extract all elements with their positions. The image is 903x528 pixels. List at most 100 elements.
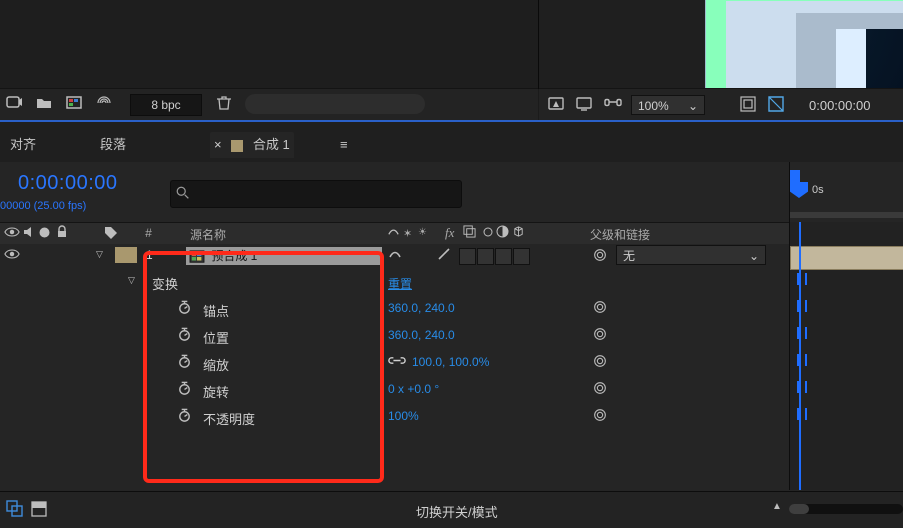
empty-row <box>0 457 903 492</box>
layer-color-label[interactable] <box>115 247 137 263</box>
twirl-down-icon[interactable]: ▽ <box>96 249 103 260</box>
motion-blur-header[interactable] <box>480 225 493 238</box>
transparency-grid-icon[interactable] <box>767 95 785 113</box>
fx-switch-header[interactable]: ✶ <box>403 227 412 240</box>
rotation-value[interactable]: 0 x +0.0 ° <box>388 382 439 396</box>
toggle-switches-icon-b[interactable] <box>30 500 48 518</box>
layer-quality-switch[interactable] <box>437 247 451 261</box>
panel-menu-icon[interactable]: ≡ <box>340 132 348 158</box>
parent-column-header[interactable]: 父级和链接 <box>590 226 650 243</box>
label-column-icon[interactable] <box>103 225 119 241</box>
anchor-point-value[interactable]: 360.0, 240.0 <box>388 301 455 315</box>
transform-group-row[interactable]: ▽ 变换 重置 <box>0 268 903 296</box>
zoom-dropdown[interactable]: 100% ⌄ <box>631 95 705 115</box>
current-time-indicator-head[interactable] <box>790 182 808 198</box>
opacity-row: 不透明度 100% <box>0 403 903 431</box>
frame-blend-header[interactable] <box>463 225 476 238</box>
transform-reset-link[interactable]: 重置 <box>388 275 412 292</box>
opacity-pickwhip-icon[interactable] <box>592 407 608 423</box>
stopwatch-icon[interactable] <box>177 300 192 315</box>
layer-switch-adj[interactable] <box>495 248 512 265</box>
tab-align[interactable]: 对齐 <box>10 132 36 158</box>
layer-row-1[interactable]: ▽ 1 预合成 1 无 ⌄ <box>0 244 903 269</box>
layer-switch-3d[interactable] <box>513 248 530 265</box>
source-name-column-header[interactable]: 源名称 <box>190 226 226 243</box>
opacity-value[interactable]: 100% <box>388 409 419 423</box>
twirl-down-icon[interactable]: ▽ <box>128 275 135 286</box>
tab-paragraph[interactable]: 段落 <box>100 132 126 158</box>
scale-value[interactable]: 100.0, 100.0% <box>412 355 489 369</box>
project-settings-icon[interactable] <box>95 94 113 116</box>
layer-name-cell[interactable]: 预合成 1 <box>186 247 382 265</box>
timeline-ruler[interactable]: 0s <box>789 162 903 222</box>
layer-shy-switch[interactable] <box>388 247 402 261</box>
kf-nav-opacity[interactable] <box>797 408 807 420</box>
kf-nav-scale[interactable] <box>797 354 807 366</box>
scale-row: 缩放 100.0, 100.0% <box>0 349 903 377</box>
layer-switch-mb[interactable] <box>477 248 494 265</box>
h-scroll-thumb[interactable] <box>789 504 809 514</box>
layer-visibility-toggle[interactable] <box>4 247 20 261</box>
work-area-start-handle[interactable] <box>790 170 800 184</box>
stopwatch-icon[interactable] <box>177 327 192 342</box>
layer-duration-bar[interactable] <box>790 246 903 270</box>
rotation-label: 旋转 <box>203 382 229 401</box>
new-folder-icon[interactable] <box>35 94 53 116</box>
h-scroll-track[interactable] <box>789 504 903 514</box>
opacity-label: 不透明度 <box>203 409 255 428</box>
region-of-interest-icon[interactable] <box>739 95 757 113</box>
eye-column-icon[interactable] <box>4 225 20 239</box>
current-time-display[interactable]: 0:00:00:00 <box>18 172 118 195</box>
close-tab-button[interactable]: × <box>214 137 222 152</box>
color-depth-button[interactable]: 8 bpc <box>130 94 202 116</box>
viewer-time-display[interactable]: 0:00:00:00 <box>809 98 870 113</box>
audio-column-icon[interactable] <box>22 225 36 239</box>
anchor-pickwhip-icon[interactable] <box>592 299 608 315</box>
timeline-bottom-bar: 切换开关/模式 ▲ <box>0 491 903 528</box>
kf-nav-position[interactable] <box>797 327 807 339</box>
kf-nav-anchor[interactable] <box>797 300 807 312</box>
trash-icon[interactable] <box>215 94 233 116</box>
ruler-tick-label: 0s <box>812 184 824 196</box>
position-label: 位置 <box>203 328 229 347</box>
layer-switch-fb[interactable] <box>459 248 476 265</box>
stopwatch-icon[interactable] <box>177 381 192 396</box>
zoom-out-icon[interactable]: ▲ <box>772 501 782 512</box>
snapshot-icon[interactable] <box>547 95 565 113</box>
tab-comp-active[interactable]: × 合成 1 <box>210 132 294 158</box>
solo-column-icon[interactable] <box>38 226 51 239</box>
toggle-switches-modes-label[interactable]: 切换开关/模式 <box>416 502 498 521</box>
toggle-switches-icon-a[interactable] <box>6 500 24 518</box>
frame-rate-display: 00000 (25.00 fps) <box>0 200 86 212</box>
kf-nav-rotation[interactable] <box>797 381 807 393</box>
chevron-down-icon: ⌄ <box>749 246 759 266</box>
shy-switch-header[interactable] <box>387 225 400 238</box>
rotation-pickwhip-icon[interactable] <box>592 380 608 396</box>
new-composition-icon[interactable] <box>65 94 83 116</box>
kf-nav-transform[interactable] <box>797 273 807 285</box>
composition-preview[interactable] <box>705 0 903 88</box>
zoom-value: 100% <box>638 99 669 113</box>
scale-pickwhip-icon[interactable] <box>592 353 608 369</box>
3d-header[interactable] <box>512 225 525 238</box>
screen-icon[interactable] <box>575 95 593 113</box>
position-pickwhip-icon[interactable] <box>592 326 608 342</box>
mask-goggles-icon[interactable] <box>603 95 621 113</box>
position-value[interactable]: 360.0, 240.0 <box>388 328 455 342</box>
layer-search-box[interactable] <box>170 180 462 208</box>
constrain-proportions-icon[interactable] <box>388 354 406 367</box>
time-navigator-thumb[interactable] <box>790 212 903 218</box>
interpret-footage-icon[interactable] <box>5 94 23 116</box>
pickwhip-icon[interactable] <box>592 247 608 263</box>
collapse-header[interactable]: ☀ <box>418 227 427 238</box>
quality-header[interactable]: fx <box>445 225 454 241</box>
timeline-tracks[interactable] <box>789 222 903 490</box>
index-column-header[interactable]: # <box>145 226 152 240</box>
lock-column-icon[interactable] <box>55 225 69 239</box>
parent-dropdown[interactable]: 无 ⌄ <box>616 245 766 265</box>
stopwatch-icon[interactable] <box>177 408 192 423</box>
precomp-icon <box>189 250 205 264</box>
adjustment-header[interactable] <box>496 225 509 238</box>
stopwatch-icon[interactable] <box>177 354 192 369</box>
transform-group-label: 变换 <box>152 274 178 293</box>
